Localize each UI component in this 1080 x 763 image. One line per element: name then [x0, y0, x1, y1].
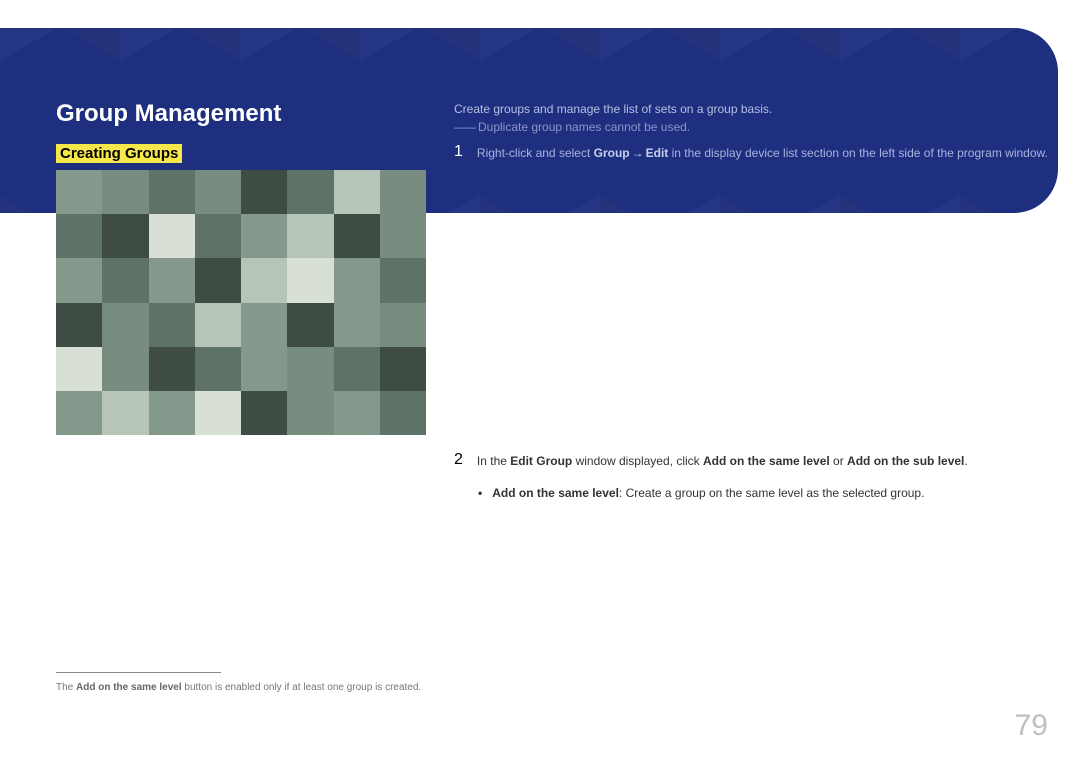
step-1-bold-group: Group [594, 146, 630, 160]
step-2-text: In the Edit Group window displayed, clic… [477, 452, 968, 470]
step-1: 1 Right-click and select Group→Edit in t… [454, 144, 1048, 162]
mosaic-image [56, 170, 426, 435]
intro-text: Create groups and manage the list of set… [454, 100, 772, 118]
step-2: 2 In the Edit Group window displayed, cl… [454, 452, 968, 470]
section-subtitle: Creating Groups [56, 144, 182, 163]
page-number: 79 [1015, 709, 1048, 743]
bullet-same-level: • Add on the same level: Create a group … [478, 486, 924, 500]
bullet-label: Add on the same level [492, 486, 619, 500]
bullet-desc: : Create a group on the same level as th… [619, 486, 925, 500]
step-2-mid2: or [830, 454, 847, 468]
step-1-number: 1 [454, 144, 463, 160]
arrow-icon: → [632, 144, 644, 162]
bullet-text: Add on the same level: Create a group on… [492, 486, 924, 500]
footnote-rule [56, 672, 221, 673]
step-2-bold-sublevel: Add on the sub level [847, 454, 964, 468]
bullet-icon: • [478, 486, 482, 500]
note-duplicate: ―― Duplicate group names cannot be used. [454, 120, 690, 134]
step-1-post: in the display device list section on th… [668, 146, 1048, 160]
footnote: The Add on the same level button is enab… [56, 682, 421, 693]
step-2-number: 2 [454, 452, 463, 468]
step-2-bold-samelevel: Add on the same level [703, 454, 830, 468]
step-1-text: Right-click and select Group→Edit in the… [477, 144, 1048, 162]
footnote-bold: Add on the same level [76, 682, 182, 693]
step-1-bold-edit: Edit [646, 146, 669, 160]
note-prefix-icon: ―― [454, 120, 474, 134]
screenshot-placeholder [56, 170, 426, 435]
footnote-post: button is enabled only if at least one g… [182, 682, 422, 693]
step-2-post: . [964, 454, 967, 468]
step-1-pre: Right-click and select [477, 146, 594, 160]
step-2-pre: In the [477, 454, 510, 468]
page-title: Group Management [56, 100, 281, 128]
step-2-mid1: window displayed, click [572, 454, 703, 468]
note-text: Duplicate group names cannot be used. [478, 120, 690, 134]
footnote-pre: The [56, 682, 76, 693]
step-2-bold-editgroup: Edit Group [510, 454, 572, 468]
